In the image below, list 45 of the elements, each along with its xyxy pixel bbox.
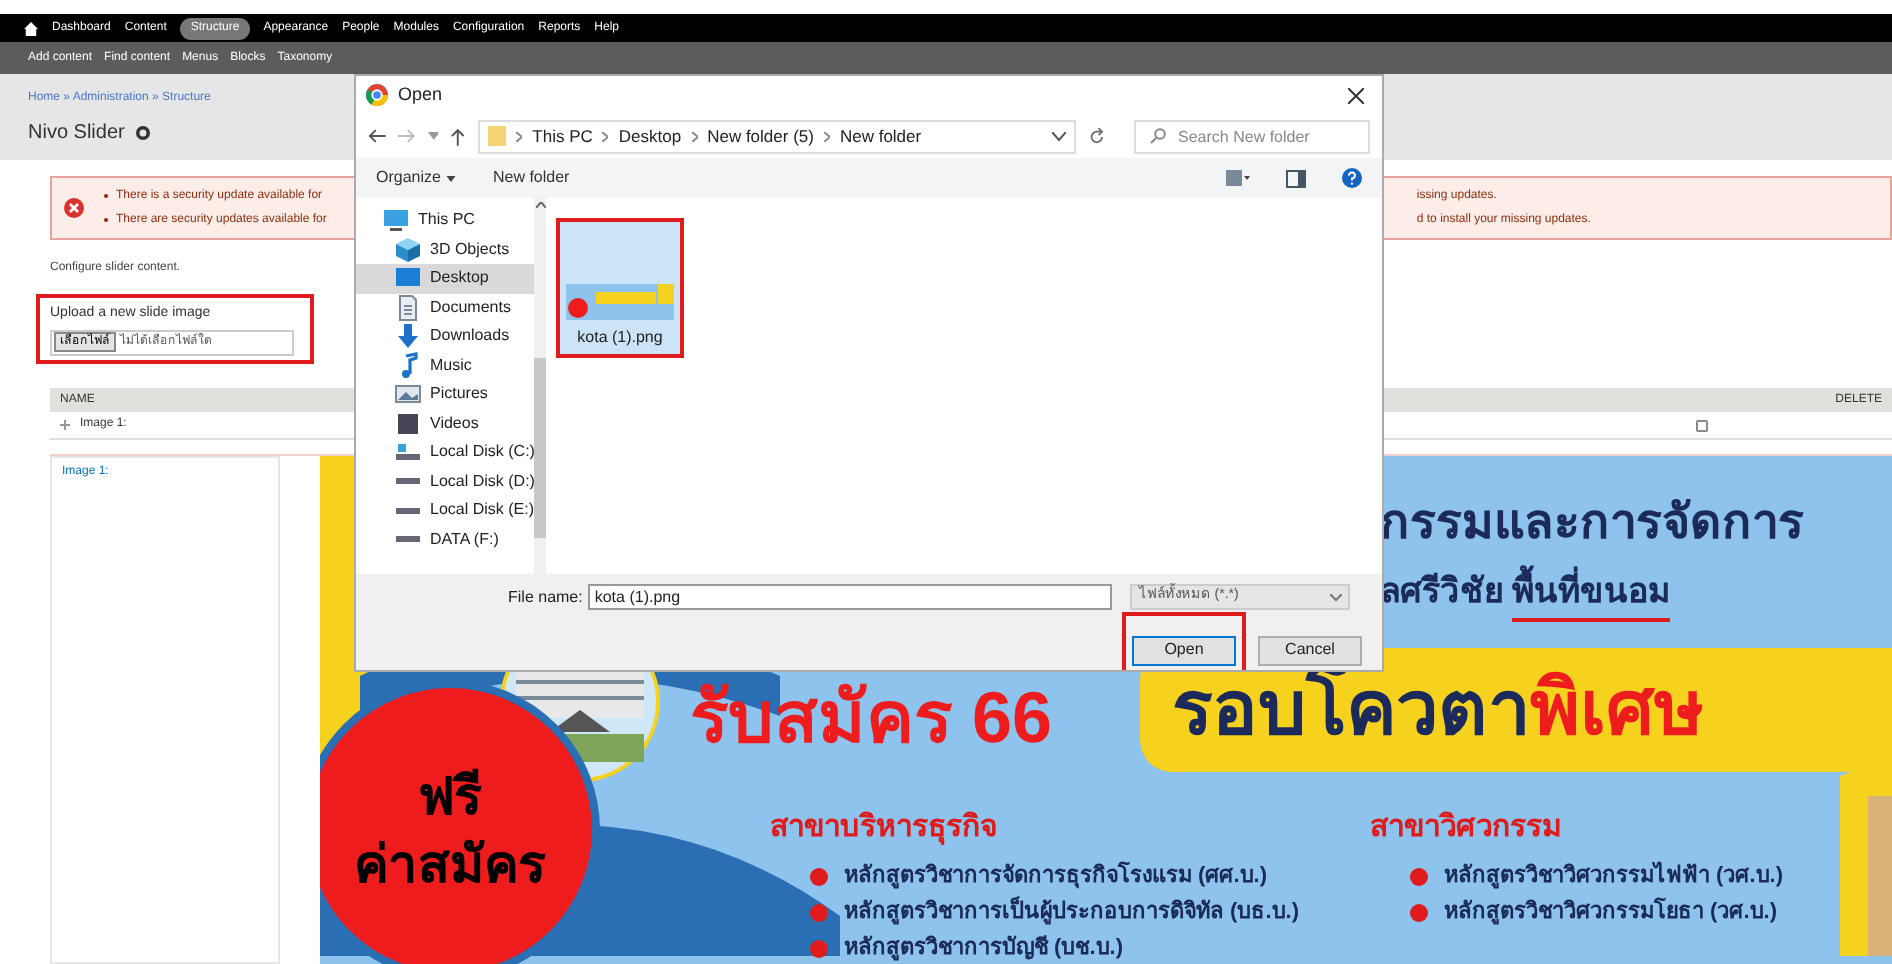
help-icon[interactable] — [1342, 168, 1362, 188]
cube-icon — [394, 235, 422, 264]
new-folder-button[interactable]: New folder — [492, 166, 570, 190]
browser-logo-icon — [366, 84, 388, 106]
nav-item[interactable]: Desktop — [356, 264, 535, 293]
organize-menu[interactable]: Organize — [376, 166, 457, 190]
path-segment[interactable]: New folder (5) — [707, 123, 814, 149]
path-segment[interactable]: This PC — [532, 123, 593, 149]
gear-icon[interactable] — [136, 126, 151, 140]
computer-icon — [382, 206, 410, 235]
chevron-icon — [691, 131, 698, 141]
nav-item[interactable]: Videos — [356, 409, 535, 438]
caret-icon[interactable] — [1052, 131, 1067, 141]
refresh-icon[interactable] — [1088, 127, 1107, 145]
close-icon — [1348, 87, 1364, 103]
up-arrow-icon[interactable] — [450, 127, 467, 145]
download-arrow-icon — [394, 322, 422, 351]
error-icon — [64, 198, 84, 218]
path-segment[interactable]: New folder — [839, 123, 922, 149]
nav-item[interactable]: 3D Objects — [356, 235, 535, 264]
path-segment[interactable]: Desktop — [618, 123, 682, 149]
address-bar[interactable]: This PC Desktop New folder (5) New folder — [478, 119, 1077, 153]
home-icon[interactable] — [24, 21, 38, 35]
nav-item[interactable]: This PC — [356, 206, 535, 235]
chevron-icon — [516, 131, 523, 141]
image-icon — [394, 380, 422, 409]
file-item[interactable]: kota (1).png — [556, 218, 684, 358]
search-field[interactable]: Search New folder — [1134, 119, 1371, 153]
nav-item[interactable]: Music — [356, 351, 535, 380]
drag-handle-icon[interactable] — [60, 420, 70, 430]
search-icon — [1150, 128, 1167, 144]
delete-checkbox[interactable] — [1696, 419, 1708, 431]
page-title: Nivo Slider — [28, 120, 125, 148]
chevron-icon — [823, 131, 830, 141]
dialog-title: Open — [398, 81, 443, 108]
back-arrow-icon[interactable] — [368, 128, 386, 144]
folder-icon — [488, 126, 507, 146]
document-icon — [394, 293, 422, 322]
nav-item[interactable]: Downloads — [356, 322, 535, 351]
chevron-icon — [602, 131, 609, 141]
nav-item[interactable]: Pictures — [356, 380, 535, 409]
view-icon[interactable] — [1226, 170, 1250, 186]
nav-item[interactable]: Documents — [356, 293, 535, 322]
preview-pane-icon[interactable] — [1286, 169, 1306, 187]
caret-icon — [446, 175, 457, 181]
